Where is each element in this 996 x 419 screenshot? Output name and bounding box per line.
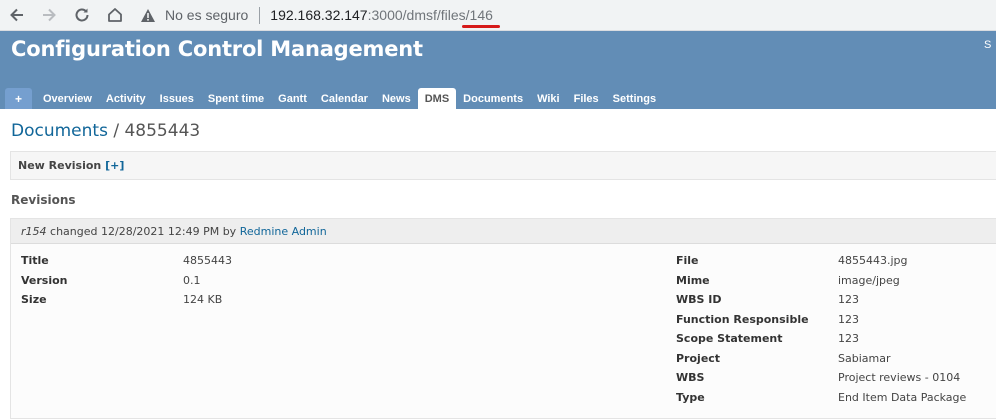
tab-wiki[interactable]: Wiki: [530, 88, 567, 109]
header-corner-text[interactable]: S: [984, 39, 991, 51]
detail-row: Title 4855443: [21, 254, 421, 274]
revision-summary: r154 changed 12/28/2021 12:49 PM by Redm…: [21, 225, 327, 238]
revision-author-link[interactable]: Redmine Admin: [240, 225, 327, 238]
detail-row: Scope Statement 123: [676, 332, 996, 352]
url-file-id: 146: [469, 7, 493, 23]
detail-label: Scope Statement: [676, 332, 783, 345]
new-revision-toggle[interactable]: [+]: [105, 159, 124, 172]
detail-label: Title: [21, 254, 49, 267]
detail-value: Sabiamar: [838, 351, 891, 365]
browser-toolbar: No es seguro 192.168.32.147 :3000/dmsf/f…: [0, 0, 996, 31]
tab-activity[interactable]: Activity: [99, 88, 153, 109]
home-icon[interactable]: [104, 4, 126, 26]
detail-value: 123: [838, 332, 859, 345]
revision-details-right: File 4855443.jpg Mime image/jpeg WBS ID 123…: [676, 254, 996, 410]
breadcrumb-separator: /: [107, 121, 125, 141]
reload-icon[interactable]: [71, 4, 93, 26]
new-revision-box: New Revision [+]: [10, 151, 996, 180]
detail-row: Mime image/jpeg: [676, 274, 996, 294]
tab-calendar[interactable]: Calendar: [314, 88, 375, 109]
forward-icon[interactable]: [38, 4, 60, 26]
detail-value: Project reviews - 0104: [838, 371, 961, 384]
detail-label: Size: [21, 293, 47, 306]
detail-row: WBS ID 123: [676, 293, 996, 313]
tab-files[interactable]: Files: [567, 88, 606, 109]
detail-row: WBS Project reviews - 0104: [676, 371, 996, 391]
main-menu: + Overview Activity Issues Spent time Ga…: [5, 88, 663, 109]
security-label: No es seguro: [165, 7, 249, 23]
revisions-heading: Revisions: [11, 193, 76, 207]
back-icon[interactable]: [6, 4, 28, 26]
tab-gantt[interactable]: Gantt: [271, 88, 314, 109]
detail-label: WBS: [676, 371, 705, 384]
detail-label: Function Responsible: [676, 312, 809, 326]
detail-row: File 4855443.jpg: [676, 254, 996, 274]
breadcrumb: Documents / 4855443: [11, 121, 200, 141]
detail-value: 0.1: [183, 273, 201, 287]
detail-label: Type: [676, 390, 705, 404]
new-revision-header[interactable]: New Revision [+]: [18, 159, 124, 172]
detail-label: Version: [21, 273, 68, 287]
detail-label: Project: [676, 351, 721, 365]
revision-changed-text: changed 12/28/2021 12:49 PM by: [46, 225, 240, 238]
revision-entry-header: r154 changed 12/28/2021 12:49 PM by Redm…: [11, 219, 996, 244]
address-separator: [259, 6, 261, 24]
warning-icon[interactable]: [140, 8, 156, 23]
red-underline-annotation: [462, 25, 500, 28]
breadcrumb-current: 4855443: [124, 121, 201, 141]
detail-value: 4855443: [183, 254, 232, 267]
project-title: Configuration Control Management: [11, 37, 423, 61]
app-header: Configuration Control Management S + Ove…: [0, 31, 996, 109]
tab-spent-time[interactable]: Spent time: [201, 88, 271, 109]
detail-row: Function Responsible 123: [676, 313, 996, 333]
breadcrumb-documents-link[interactable]: Documents: [11, 121, 108, 141]
new-object-button[interactable]: +: [5, 88, 32, 109]
url-host: 192.168.32.147: [270, 7, 368, 23]
detail-row: Project Sabiamar: [676, 352, 996, 372]
detail-value: 4855443.jpg: [838, 254, 908, 267]
revision-number: r154: [21, 225, 47, 238]
detail-row: Version 0.1: [21, 274, 421, 294]
tab-settings[interactable]: Settings: [606, 88, 663, 109]
detail-value: 124 KB: [183, 293, 223, 306]
detail-row: Size 124 KB: [21, 293, 421, 313]
detail-row: Type End Item Data Package: [676, 391, 996, 411]
detail-value: image/jpeg: [838, 273, 900, 287]
detail-label: Mime: [676, 273, 710, 287]
tab-dms[interactable]: DMS: [417, 88, 457, 109]
url-path: :3000/dmsf/files/: [367, 7, 470, 23]
tab-documents[interactable]: Documents: [456, 88, 530, 109]
revision-entry: r154 changed 12/28/2021 12:49 PM by Redm…: [10, 218, 996, 419]
tab-issues[interactable]: Issues: [153, 88, 201, 109]
tab-overview[interactable]: Overview: [36, 88, 99, 109]
detail-label: WBS ID: [676, 293, 722, 306]
detail-value: 123: [838, 293, 859, 306]
detail-value: End Item Data Package: [838, 390, 967, 404]
new-revision-label: New Revision: [18, 159, 102, 172]
address-bar[interactable]: No es seguro 192.168.32.147 :3000/dmsf/f…: [140, 3, 493, 27]
tab-news[interactable]: News: [375, 88, 418, 109]
revision-details-left: Title 4855443 Version 0.1 Size 124 KB: [21, 254, 421, 313]
detail-value: 123: [838, 312, 859, 326]
detail-label: File: [676, 254, 699, 267]
